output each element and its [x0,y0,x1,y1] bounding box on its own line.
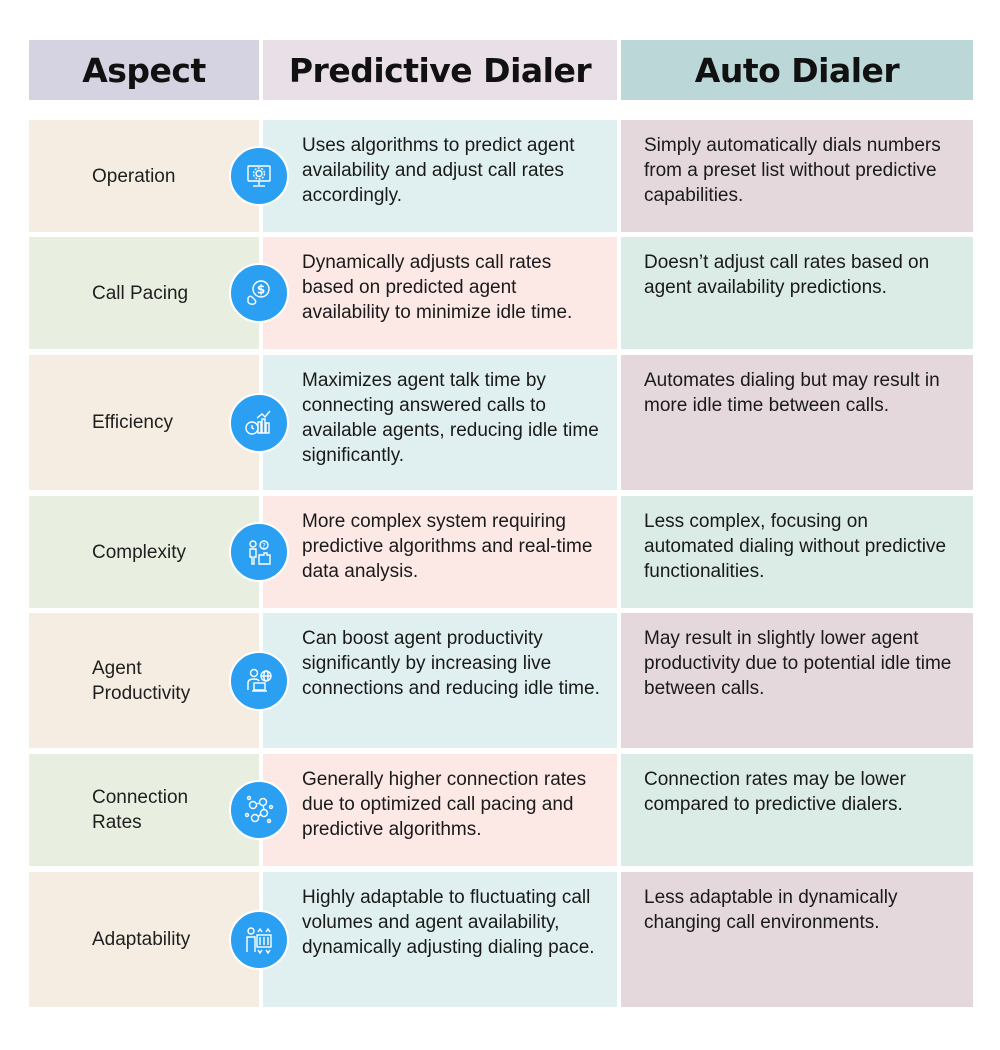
network-people-icon [229,780,289,840]
auto-cell: Doesn’t adjust call rates based on agent… [621,237,973,349]
auto-text: Connection rates may be lower compared t… [644,769,906,815]
auto-text: Less adaptable in dynamically changing c… [644,887,898,933]
aspect-label: Connection Rates [92,787,189,833]
predictive-cell: Generally higher connection rates due to… [263,754,617,866]
aspect-label: Adaptability [92,929,191,950]
agent-globe-laptop-icon [229,650,289,711]
svg-text:?: ? [262,542,266,550]
predictive-cell: Dynamically adjusts call rates based on … [263,237,617,349]
predictive-cell: More complex system requiring predictive… [263,496,617,608]
aspect-cell: Complexity [29,496,259,608]
aspect-label: Complexity [92,541,186,563]
header-aspect: Aspect [29,40,259,100]
table-row-operation: Operation Uses algorithms to predict age… [29,120,973,232]
predictive-cell: Uses algorithms to predict agent availab… [263,120,617,232]
auto-cell: Less adaptable in dynamically changing c… [621,872,973,1007]
auto-text: Simply automatically dials numbers from … [644,135,941,206]
auto-text: Automates dialing but may result in more… [644,370,940,416]
predictive-cell: Can boost agent productivity significant… [263,613,617,748]
auto-text: Less complex, focusing on automated dial… [644,511,947,582]
table-row-connection-rates: Connection Rates Generally higher connec… [29,754,973,866]
table-row-agent-productivity: Agent Productivity Can boost agent produ… [29,613,973,748]
table-row-adaptability: Adaptability Highly adaptable to fluctua… [29,872,973,1007]
svg-text:$: $ [257,283,265,297]
aspect-cell: Connection Rates [29,754,259,866]
predictive-text: Highly adaptable to fluctuating call vol… [302,887,595,958]
table-row-complexity: Complexity ? More complex system requiri… [29,496,973,608]
table-row-call-pacing: Call Pacing $ Dynamically adjusts call r… [29,237,973,349]
auto-text: Doesn’t adjust call rates based on agent… [644,252,930,298]
aspect-label: Call Pacing [92,282,189,304]
aspect-cell: Agent Productivity [29,613,259,748]
header-predictive-dialer: Predictive Dialer [263,40,617,100]
aspect-cell: Call Pacing [29,237,259,349]
auto-cell: Connection rates may be lower compared t… [621,754,973,866]
predictive-text: Maximizes agent talk time by connecting … [302,370,599,466]
aspect-cell: Operation [29,120,259,232]
predictive-text: Generally higher connection rates due to… [302,769,587,840]
auto-cell: Automates dialing but may result in more… [621,355,973,490]
clock-chart-icon [229,392,289,453]
aspect-cell: Efficiency [29,355,259,490]
auto-cell: Less complex, focusing on automated dial… [621,496,973,608]
predictive-cell: Maximizes agent talk time by connecting … [263,355,617,490]
aspect-cell: Adaptability [29,872,259,1007]
auto-cell: May result in slightly lower agent produ… [621,613,973,748]
predictive-cell: Highly adaptable to fluctuating call vol… [263,872,617,1007]
aspect-label: Efficiency [92,412,173,433]
aspect-label: Agent Productivity [92,657,191,704]
phone-dollar-icon: $ [229,263,289,323]
aspect-label: Operation [92,165,176,187]
predictive-text: Uses algorithms to predict agent availab… [302,135,575,206]
auto-text: May result in slightly lower agent produ… [644,628,952,699]
predictive-text: More complex system requiring predictive… [302,511,593,582]
predictive-text: Dynamically adjusts call rates based on … [302,252,573,323]
monitor-gear-icon [229,146,289,206]
predictive-text: Can boost agent productivity significant… [302,628,600,699]
person-sliders-icon [229,909,289,970]
auto-cell: Simply automatically dials numbers from … [621,120,973,232]
person-puzzle-icon: ? [229,522,289,582]
table-row-efficiency: Efficiency Maximizes agent talk time by … [29,355,973,490]
header-auto-dialer: Auto Dialer [621,40,973,100]
